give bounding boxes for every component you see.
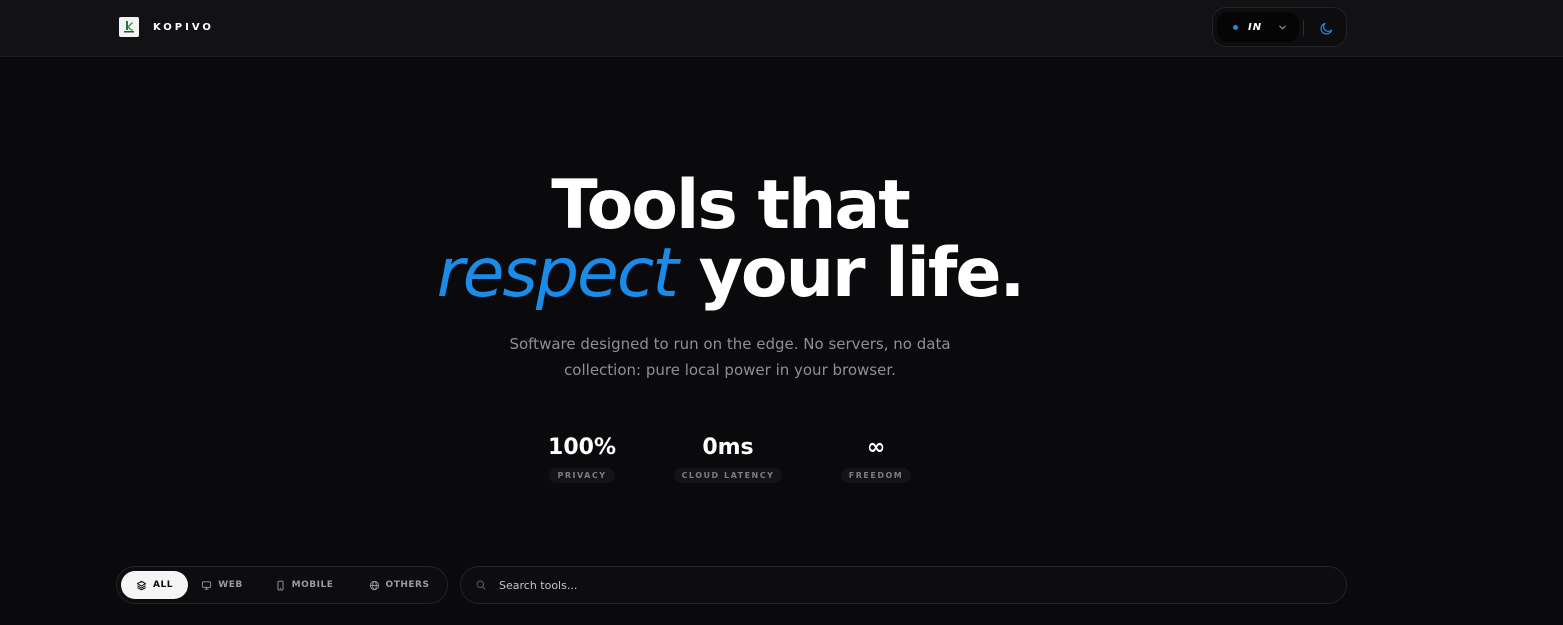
- stat-freedom: ∞ FREEDOM: [836, 434, 916, 483]
- search-bar: [460, 566, 1347, 604]
- hero-line-2: respect your life.: [0, 238, 1460, 310]
- filter-label: WEB: [218, 580, 243, 590]
- moon-icon: [1319, 22, 1332, 35]
- top-navigation-bar: KOPIVO IN: [0, 0, 1563, 57]
- filter-web-button[interactable]: WEB: [196, 571, 248, 599]
- hero-line-2-rest: your life.: [676, 234, 1026, 313]
- stat-label: FREEDOM: [840, 468, 912, 483]
- stat-privacy: 100% PRIVACY: [540, 434, 624, 483]
- language-code: IN: [1248, 21, 1263, 33]
- stat-value: 100%: [548, 435, 616, 460]
- chevron-down-icon: [1278, 23, 1287, 32]
- nav-controls: IN: [1212, 7, 1347, 47]
- search-input[interactable]: [499, 567, 1346, 603]
- hero-subtitle: Software designed to run on the edge. No…: [480, 331, 980, 383]
- stat-value: 0ms: [702, 435, 754, 460]
- filter-label: ALL: [153, 580, 173, 590]
- globe-icon: [369, 580, 379, 590]
- stat-label: CLOUD LATENCY: [673, 468, 783, 483]
- search-icon: [475, 579, 487, 591]
- theme-toggle-button[interactable]: [1317, 19, 1335, 37]
- brand-name: KOPIVO: [153, 21, 214, 33]
- subtitle-line-1: Software designed to run on the edge. No…: [509, 335, 951, 353]
- status-dot-icon: [1233, 24, 1238, 30]
- subtitle-line-2: collection: pure local power in your bro…: [564, 361, 896, 379]
- stat-value: ∞: [866, 435, 886, 460]
- monitor-icon: [202, 580, 212, 590]
- smartphone-icon: [277, 580, 284, 590]
- nav-divider: [1303, 20, 1304, 36]
- stat-cloud-latency: 0ms CLOUD LATENCY: [668, 434, 788, 483]
- kopivo-logo-icon: [119, 17, 139, 37]
- filter-label: MOBILE: [291, 580, 334, 590]
- language-selector[interactable]: IN: [1217, 12, 1299, 42]
- filter-others-button[interactable]: OTHERS: [361, 571, 437, 599]
- filter-mobile-button[interactable]: MOBILE: [269, 571, 339, 599]
- category-filters: ALL WEB MOBILE OTHERS: [116, 566, 448, 604]
- hero-accent-word: respect: [436, 234, 679, 313]
- hero-line-1: Tools that: [551, 166, 911, 245]
- layers-icon: [136, 580, 147, 590]
- brand[interactable]: KOPIVO: [119, 17, 214, 37]
- filter-label: OTHERS: [385, 580, 430, 590]
- filter-all-button[interactable]: ALL: [121, 571, 188, 599]
- stat-label: PRIVACY: [549, 468, 615, 483]
- hero-heading: Tools that respect your life.: [0, 170, 1460, 310]
